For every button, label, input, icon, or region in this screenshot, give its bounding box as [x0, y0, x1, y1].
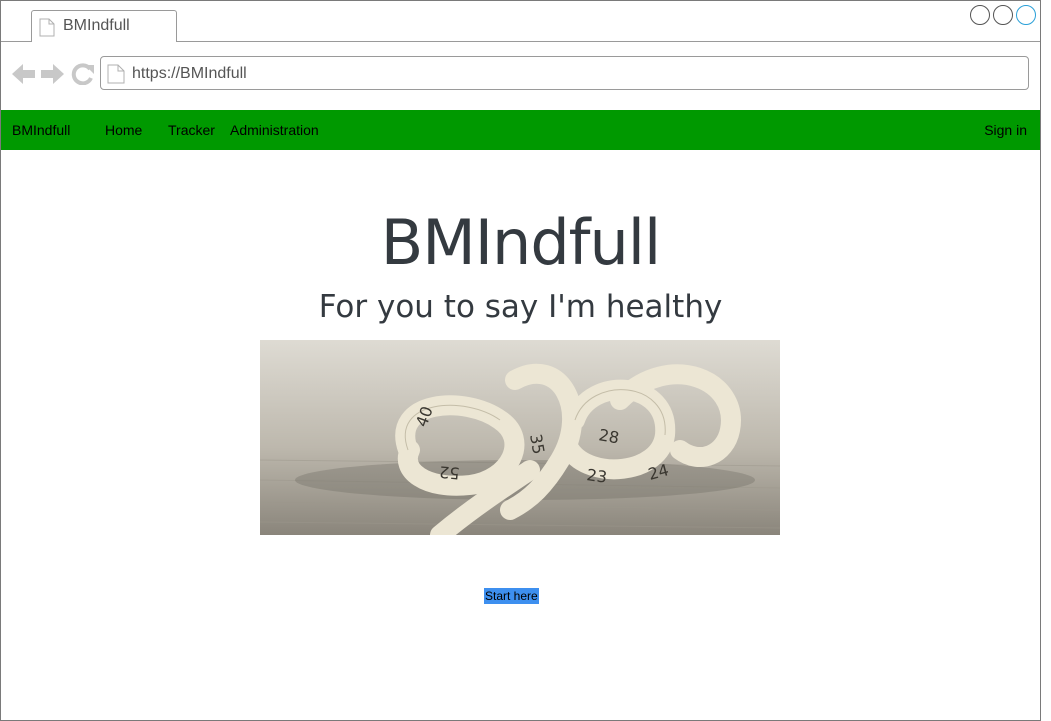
page-icon: [39, 18, 55, 42]
page-icon: [107, 64, 125, 89]
address-row: https://BMIndfull: [1, 42, 1040, 110]
nav-link-administration[interactable]: Administration: [230, 122, 319, 138]
start-here-button[interactable]: Start here: [484, 588, 539, 604]
reload-icon[interactable]: [71, 63, 95, 90]
minimize-button[interactable]: [970, 5, 990, 25]
tab-strip: BMIndfull: [1, 1, 1040, 42]
browser-window: BMIndfull https://BMIndfull BMIndfull Ho…: [0, 0, 1041, 721]
sign-in-link[interactable]: Sign in: [984, 122, 1027, 138]
tape-number: 52: [438, 462, 460, 483]
forward-arrow-icon[interactable]: [40, 63, 65, 90]
tape-number: 23: [585, 465, 608, 487]
hero-title: BMIndfull: [380, 206, 662, 279]
tape-number: 28: [597, 425, 620, 447]
close-button[interactable]: [1016, 5, 1036, 25]
browser-tab[interactable]: BMIndfull: [31, 10, 177, 42]
tape-number: 35: [526, 432, 548, 455]
maximize-button[interactable]: [993, 5, 1013, 25]
nav-link-tracker[interactable]: Tracker: [168, 122, 215, 138]
back-arrow-icon[interactable]: [11, 63, 36, 90]
tab-title: BMIndfull: [63, 17, 130, 34]
address-bar[interactable]: https://BMIndfull: [100, 56, 1029, 90]
navbar-brand[interactable]: BMIndfull: [12, 122, 70, 138]
nav-link-home[interactable]: Home: [105, 122, 142, 138]
url-text: https://BMIndfull: [132, 65, 247, 82]
measuring-tape-image: 40 35 28 52 23 24: [259, 340, 781, 545]
window-controls: [970, 5, 1036, 25]
site-navbar: BMIndfull Home Tracker Administration Si…: [1, 110, 1040, 150]
hero-subtitle: For you to say I'm healthy: [318, 289, 723, 325]
